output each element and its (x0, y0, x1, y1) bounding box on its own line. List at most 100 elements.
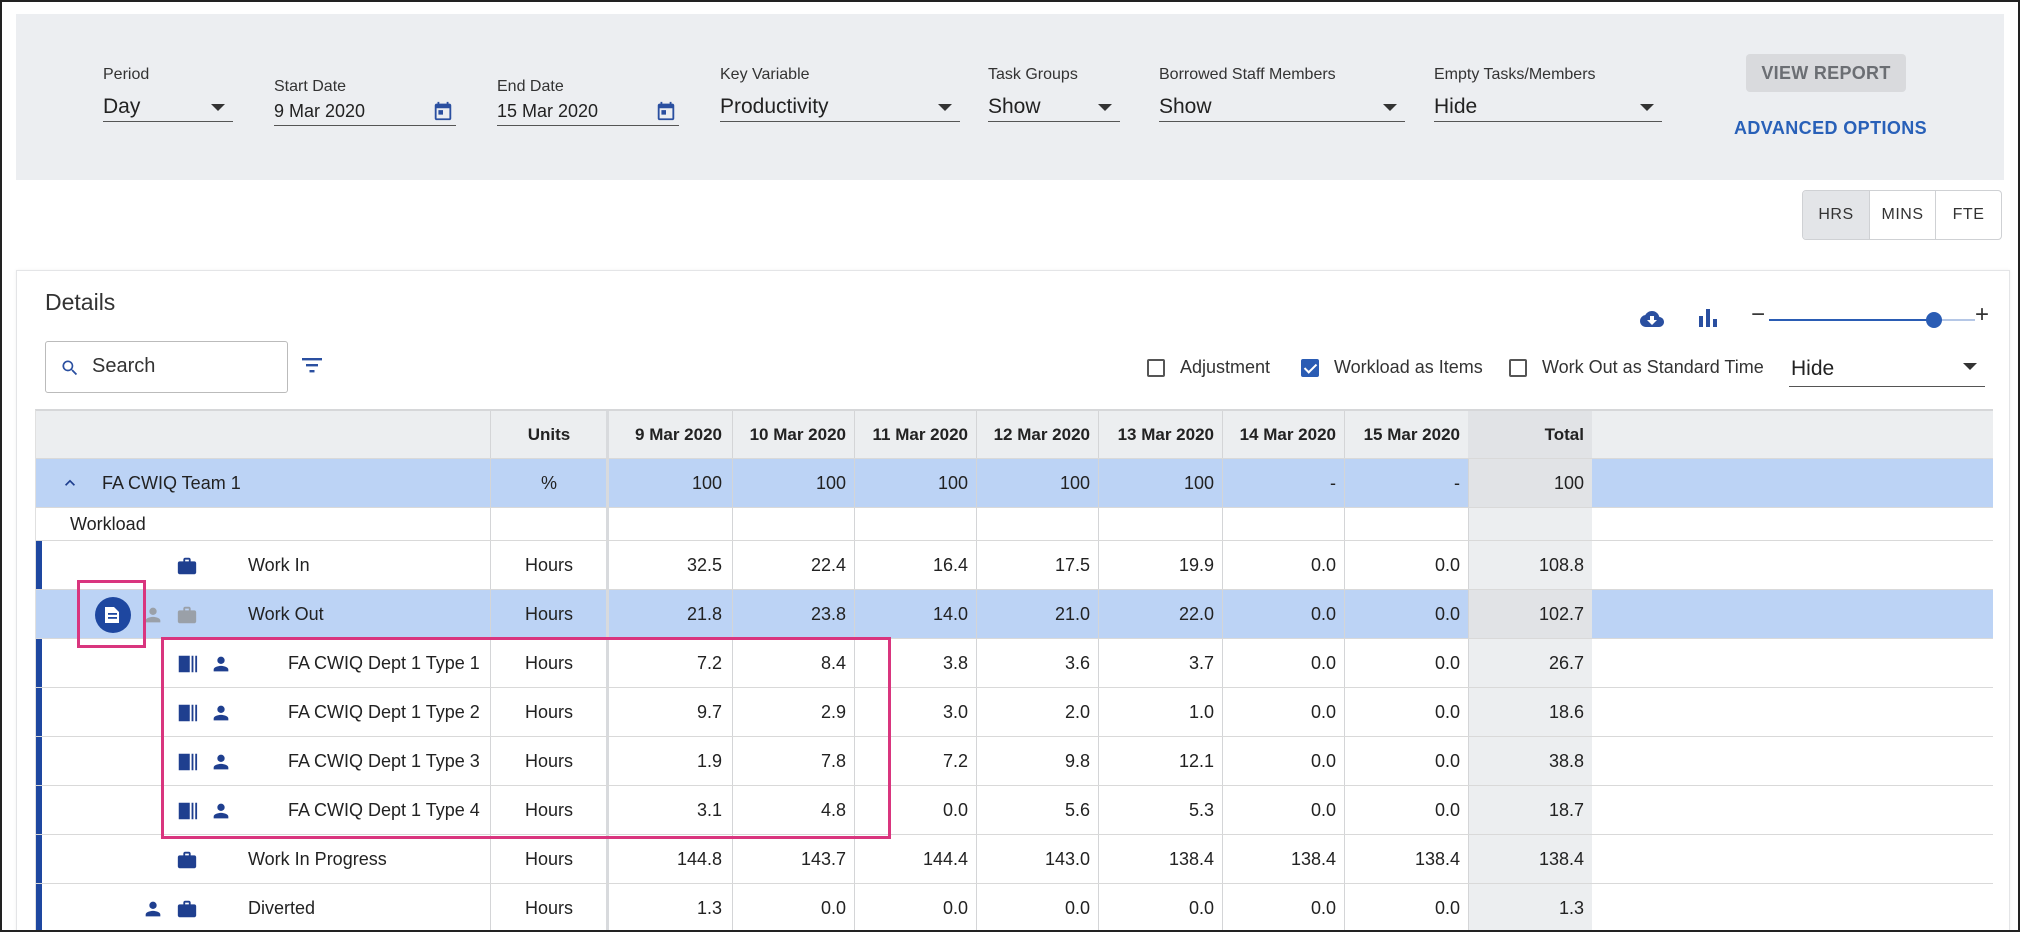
date-column-header[interactable]: 9 Mar 2020 (608, 411, 730, 458)
table-row[interactable]: Work In Hours 32.5 22.4 16.4 17.5 19.9 0.0 0.0 10… (36, 541, 1993, 590)
date-column-header[interactable]: 10 Mar 2020 (732, 411, 854, 458)
total-column-bg (1468, 508, 1592, 540)
task-groups-text: Show (988, 95, 1041, 118)
hrs-toggle[interactable]: HRS (1803, 191, 1869, 239)
units-cell: Hours (524, 897, 573, 918)
start-date-value[interactable]: 9 Mar 2020 (274, 98, 456, 126)
zoom-out-button[interactable]: − (1751, 301, 1765, 329)
value-cell: 22.4 (810, 554, 846, 575)
table-row[interactable]: Work In Progress Hours 144.8 143.7 144.4 143.… (36, 835, 1993, 884)
briefcase-icon (177, 557, 197, 575)
period-select[interactable]: Period Day (103, 66, 233, 122)
task-groups-value[interactable]: Show (988, 94, 1120, 122)
team-value-cell: - (1454, 472, 1460, 493)
value-cell: 9.8 (1064, 750, 1090, 771)
value-cell: 0.0 (1434, 799, 1460, 820)
value-cell: 1.3 (1558, 897, 1584, 918)
zoom-in-button[interactable]: + (1975, 301, 1989, 329)
calendar-icon[interactable] (655, 100, 677, 122)
value-cell: 22.0 (1178, 603, 1214, 624)
value-cell: 0.0 (820, 897, 846, 918)
row-name: Work Out (248, 603, 324, 624)
view-report-button[interactable]: VIEW REPORT (1746, 54, 1906, 92)
fte-toggle[interactable]: FTE (1935, 191, 2001, 239)
chevron-up-icon[interactable] (60, 473, 80, 493)
unit-toggle-group: HRS MINS FTE (1802, 190, 2002, 240)
value-cell: 0.0 (1434, 603, 1460, 624)
value-cell: 108.8 (1538, 554, 1584, 575)
date-column-header[interactable]: 13 Mar 2020 (1098, 411, 1222, 458)
value-cell: 3.6 (1064, 652, 1090, 673)
period-label: Period (103, 66, 150, 83)
value-cell: 38.8 (1548, 750, 1584, 771)
end-date-value[interactable]: 15 Mar 2020 (497, 98, 679, 126)
end-date-label: End Date (497, 78, 564, 95)
borrowed-staff-value[interactable]: Show (1159, 94, 1405, 122)
workload-as-items-label: Workload as Items (1334, 357, 1483, 377)
mins-toggle[interactable]: MINS (1869, 191, 1935, 239)
highlight-box-icon (77, 580, 146, 648)
value-cell: 0.0 (1434, 897, 1460, 918)
value-cell: 144.8 (676, 848, 722, 869)
value-cell: 3.7 (1188, 652, 1214, 673)
value-cell: 102.7 (1538, 603, 1584, 624)
advanced-options-link[interactable]: ADVANCED OPTIONS (1734, 118, 1927, 139)
work-out-standard-time-checkbox[interactable]: Work Out as Standard Time (1509, 357, 1764, 378)
end-date-field[interactable]: End Date 15 Mar 2020 (497, 78, 679, 126)
value-cell: 21.0 (1054, 603, 1090, 624)
date-column-header[interactable]: 11 Mar 2020 (854, 411, 976, 458)
team-value-cell: 100 (937, 472, 968, 493)
period-value-text: Day (103, 95, 141, 118)
period-value[interactable]: Day (103, 94, 233, 122)
chevron-down-icon (211, 104, 225, 111)
units-cell: Hours (524, 848, 573, 869)
date-column-header[interactable]: 15 Mar 2020 (1344, 411, 1468, 458)
filter-icon[interactable] (301, 355, 323, 375)
value-cell: 18.7 (1548, 799, 1584, 820)
value-cell: 0.0 (1310, 554, 1336, 575)
adjustment-checkbox[interactable]: Adjustment (1147, 357, 1270, 378)
value-cell: 0.0 (1434, 701, 1460, 722)
key-variable-value[interactable]: Productivity (720, 94, 960, 122)
team-value-cell: 100 (691, 472, 722, 493)
chevron-down-icon (1383, 104, 1397, 111)
value-cell: 0.0 (1310, 750, 1336, 771)
total-column-header[interactable]: Total (1468, 411, 1592, 458)
zoom-slider[interactable] (1769, 312, 1975, 328)
table-row[interactable]: Diverted Hours 1.3 0.0 0.0 0.0 0.0 0.0 0.0 1.3 (36, 884, 1993, 930)
workload-as-items-checkbox-box[interactable] (1301, 358, 1319, 377)
display-select[interactable]: Hide (1789, 349, 1985, 387)
cloud-download-icon[interactable] (1637, 307, 1667, 331)
empty-tasks-text: Hide (1434, 95, 1478, 118)
table-row[interactable]: Work Out Hours 21.8 23.8 14.0 21.0 22.0 0.0 0.0 1… (36, 590, 1993, 639)
app-frame: Period Day Start Date 9 Mar 2020 End Dat… (0, 0, 2020, 932)
search-input[interactable]: Search (45, 341, 288, 393)
work-out-standard-time-checkbox-box[interactable] (1509, 358, 1527, 377)
value-cell: 0.0 (942, 897, 968, 918)
key-variable-text: Productivity (720, 95, 829, 118)
calendar-icon[interactable] (432, 100, 454, 122)
zoom-slider-thumb[interactable] (1925, 312, 1942, 328)
row-name: Diverted (248, 897, 316, 918)
adjustment-checkbox-box[interactable] (1147, 358, 1165, 377)
team-row[interactable]: FA CWIQ Team 1% 100 100 100 100 100 - - 100 (36, 459, 1993, 508)
value-cell: 0.0 (1310, 603, 1336, 624)
task-groups-select[interactable]: Task Groups Show (988, 66, 1120, 122)
key-variable-select[interactable]: Key Variable Productivity (720, 66, 960, 122)
value-cell: 143.7 (800, 848, 846, 869)
details-title: Details (45, 289, 116, 315)
row-name: Work In (248, 554, 310, 575)
date-column-header[interactable]: 12 Mar 2020 (976, 411, 1098, 458)
chevron-down-icon (1640, 104, 1654, 111)
start-date-field[interactable]: Start Date 9 Mar 2020 (274, 78, 456, 126)
bar-chart-icon[interactable] (1697, 307, 1719, 329)
empty-tasks-value[interactable]: Hide (1434, 94, 1662, 122)
borrowed-staff-select[interactable]: Borrowed Staff Members Show (1159, 66, 1405, 122)
empty-tasks-select[interactable]: Empty Tasks/Members Hide (1434, 66, 1662, 122)
value-cell: 138.4 (1538, 848, 1584, 869)
workload-as-items-checkbox[interactable]: Workload as Items (1301, 357, 1483, 378)
task-groups-label: Task Groups (988, 66, 1078, 83)
value-cell: 23.8 (810, 603, 846, 624)
date-column-header[interactable]: 14 Mar 2020 (1222, 411, 1344, 458)
value-cell: 1.0 (1188, 701, 1214, 722)
